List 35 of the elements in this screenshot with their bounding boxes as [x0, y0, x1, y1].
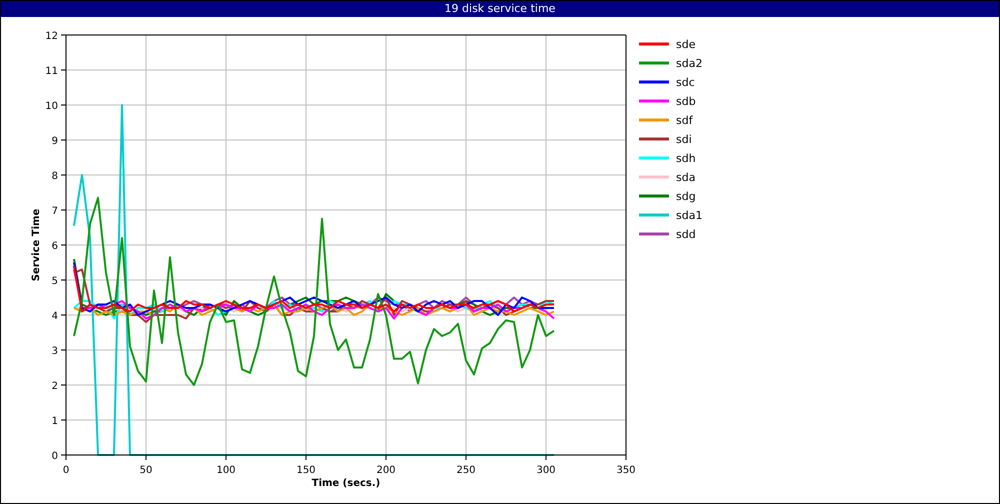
y-tick-label: 10 [45, 101, 58, 112]
y-tick-label: 11 [45, 66, 58, 77]
legend-label: sdh [676, 152, 696, 165]
x-tick-label: 300 [536, 465, 556, 476]
x-tick-label: 100 [216, 465, 236, 476]
x-axis-label: Time (secs.) [312, 478, 380, 489]
y-tick-label: 1 [52, 416, 58, 427]
legend-label: sdf [676, 114, 693, 127]
legend-label: sdc [676, 76, 695, 89]
x-tick-label: 250 [456, 465, 476, 476]
y-tick-label: 5 [52, 276, 58, 287]
y-tick-label: 7 [52, 206, 58, 217]
legend-label: sdb [676, 95, 696, 108]
y-tick-label: 12 [45, 31, 58, 42]
x-tick-label: 200 [376, 465, 396, 476]
y-tick-label: 6 [52, 241, 58, 252]
x-tick-label: 0 [62, 465, 70, 476]
y-tick-label: 0 [52, 451, 58, 462]
y-tick-label: 8 [52, 171, 58, 182]
legend-label: sdi [676, 133, 692, 146]
y-axis-label: Service Time [31, 208, 42, 282]
legend-label: sdd [676, 228, 696, 241]
y-tick-label: 9 [52, 136, 58, 147]
legend-label: sdg [676, 190, 696, 203]
y-tick-label: 2 [52, 381, 58, 392]
x-tick-label: 150 [296, 465, 316, 476]
legend-label: sde [676, 38, 696, 51]
legend-label: sda2 [676, 57, 702, 70]
y-tick-label: 4 [52, 311, 58, 322]
chart-title: 19 disk service time [444, 2, 556, 15]
y-tick-label: 3 [52, 346, 58, 357]
x-tick-label: 350 [616, 465, 636, 476]
x-tick-label: 50 [140, 465, 152, 476]
legend-label: sda [676, 171, 696, 184]
legend-label: sda1 [676, 209, 702, 222]
